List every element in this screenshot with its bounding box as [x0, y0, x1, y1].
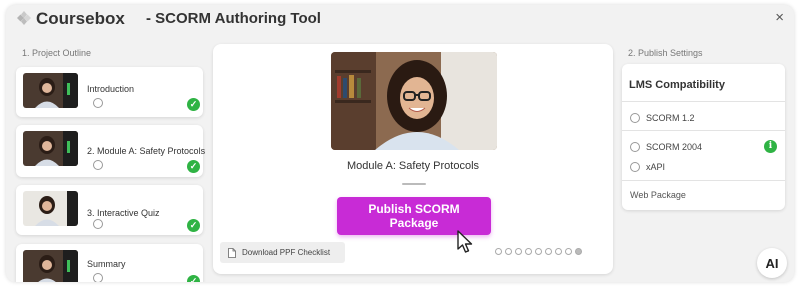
module-title: Module A: Safety Protocols	[346, 160, 480, 172]
option-label: SCORM 2004	[646, 142, 703, 152]
pagination-dot[interactable]	[495, 248, 502, 255]
outline-step-module-a[interactable]: 2. Module A: Safety Protocols ✓	[16, 125, 206, 177]
pagination-dot[interactable]	[575, 248, 582, 255]
pagination-dot[interactable]	[565, 248, 572, 255]
check-icon: ✓	[187, 275, 200, 282]
web-package-option[interactable]: Web Package	[630, 190, 686, 200]
info-icon[interactable]: i	[764, 140, 777, 153]
step-radio[interactable]	[93, 219, 103, 229]
lms-compatibility-panel: LMS Compatibility SCORM 1.2 SCORM 2004 i…	[622, 64, 785, 210]
pagination-dot[interactable]	[555, 248, 562, 255]
download-checklist-button[interactable]: Download PPF Checklist	[220, 242, 345, 263]
xapi-radio[interactable]	[630, 162, 640, 172]
step-label: Introduction	[87, 84, 135, 94]
step-radio[interactable]	[93, 98, 103, 108]
scorm-12-radio[interactable]	[630, 113, 640, 123]
app-window: Coursebox - SCORM Authoring Tool × 1. Pr…	[6, 5, 794, 282]
step-label: 2. Module A: Safety Protocols	[87, 146, 206, 156]
divider	[622, 180, 785, 181]
pagination-dot[interactable]	[535, 248, 542, 255]
title-bar: Coursebox - SCORM Authoring Tool ×	[6, 5, 794, 32]
pagination-dot[interactable]	[525, 248, 532, 255]
pagination-dot[interactable]	[515, 248, 522, 255]
pagination-dot[interactable]	[505, 248, 512, 255]
module-preview-image	[331, 52, 497, 150]
step-thumbnail	[23, 250, 78, 282]
divider	[402, 183, 426, 185]
step-thumbnail	[23, 131, 78, 166]
scorm-2004-radio[interactable]	[630, 142, 640, 152]
divider	[622, 130, 785, 131]
publish-settings-label: 2. Publish Settings	[628, 48, 703, 58]
step-label: Summary	[87, 259, 126, 269]
lms-title: LMS Compatibility	[629, 79, 725, 91]
pagination-dots	[495, 248, 582, 255]
check-icon: ✓	[187, 160, 200, 173]
close-icon[interactable]: ×	[775, 9, 784, 26]
outline-step-summary[interactable]: Summary ✓	[16, 244, 203, 282]
divider	[622, 101, 785, 102]
tool-title: - SCORM Authoring Tool	[146, 10, 321, 27]
step-thumbnail	[23, 191, 78, 226]
outline-section-label: 1. Project Outline	[22, 48, 92, 58]
check-icon: ✓	[187, 98, 200, 111]
preview-panel: Module A: Safety Protocols Publish SCORM…	[213, 44, 613, 274]
brand-name: Coursebox	[36, 9, 125, 28]
pagination-dot[interactable]	[545, 248, 552, 255]
option-label: SCORM 1.2	[646, 113, 695, 123]
step-radio[interactable]	[93, 160, 103, 170]
outline-step-quiz[interactable]: 3. Interactive Quiz ✓	[16, 185, 203, 235]
step-radio[interactable]	[93, 273, 103, 282]
mouse-pointer-icon	[457, 230, 473, 253]
check-icon: ✓	[187, 219, 200, 232]
option-label: xAPI	[646, 162, 666, 172]
step-thumbnail	[23, 73, 78, 108]
ai-assistant-button[interactable]: AI	[757, 248, 787, 278]
coursebox-logo-icon	[17, 11, 31, 25]
document-icon	[228, 247, 236, 258]
step-label: 3. Interactive Quiz	[87, 208, 160, 218]
download-label: Download PPF Checklist	[242, 248, 331, 257]
outline-step-introduction[interactable]: Introduction ✓	[16, 67, 203, 117]
